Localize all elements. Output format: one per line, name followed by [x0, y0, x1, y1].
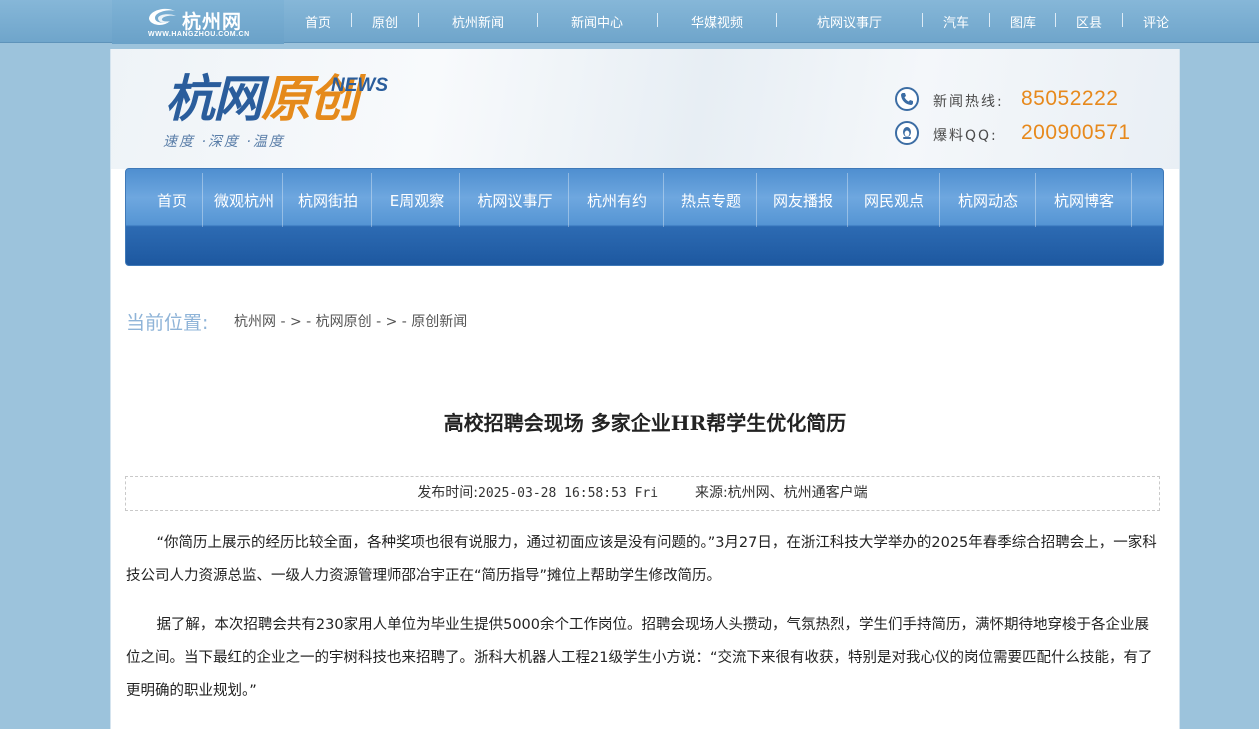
publish-time-label: 发布时间: — [417, 485, 479, 501]
brand-news-tag: NEWS — [331, 75, 388, 96]
main-nav-meetup[interactable]: 杭州有约 — [570, 169, 664, 227]
nav-divider — [537, 13, 538, 27]
nav-divider — [756, 173, 757, 227]
nav-divider — [989, 13, 990, 27]
global-nav-original[interactable]: 原创 — [372, 12, 398, 31]
main-nav-hot-topics[interactable]: 热点专题 — [665, 169, 757, 227]
main-nav-blog[interactable]: 杭网博客 — [1037, 169, 1131, 227]
nav-divider — [1122, 13, 1123, 27]
main-nav-netizen-views[interactable]: 网民观点 — [849, 169, 939, 227]
article-meta: 发布时间:2025-03-28 16:58:53 Fri 来源:杭州网、杭州通客… — [125, 476, 1160, 511]
nav-divider — [657, 13, 658, 27]
breadcrumb: 当前位置: 杭州网 - > - 杭网原创 - > - 原创新闻 — [126, 308, 467, 335]
main-nav-street-shots[interactable]: 杭网街拍 — [284, 169, 372, 227]
nav-divider — [776, 13, 777, 27]
global-nav-comment[interactable]: 评论 — [1143, 12, 1169, 31]
global-nav-hangzhou-news[interactable]: 杭州新闻 — [452, 12, 504, 31]
qq-label: 爆料QQ: — [933, 128, 998, 144]
nav-divider — [1131, 173, 1132, 227]
main-nav-netizen-reports[interactable]: 网友播报 — [758, 169, 848, 227]
nav-divider — [939, 173, 940, 227]
breadcrumb-separator: - > - — [276, 314, 316, 330]
article-paragraph: 据了解，本次招聘会共有230家用人单位为毕业生提供5000余个工作岗位。招聘会现… — [126, 617, 1153, 699]
nav-divider — [568, 173, 569, 227]
nav-divider — [1055, 13, 1056, 27]
nav-divider — [282, 173, 283, 227]
phone-icon — [895, 87, 919, 111]
nav-divider — [418, 13, 419, 27]
global-nav-districts[interactable]: 区县 — [1076, 12, 1102, 31]
breadcrumb-label: 当前位置: — [126, 312, 209, 334]
article-paragraph: “你简历上展示的经历比较全面，各种奖项也很有说服力，通过初面应该是没有问题的。”… — [126, 535, 1157, 584]
breadcrumb-item-original-news[interactable]: 原创新闻 — [411, 314, 467, 330]
publish-time: 2025-03-28 16:58:53 Fri — [478, 486, 659, 501]
global-top-bar: 杭州网 WWW.HANGZHOU.COM.CN 首页 原创 杭州新闻 新闻中心 … — [0, 0, 1259, 44]
page-container: 杭网原创 NEWS 速度 ·深度 ·温度 新闻热线: 85052222 爆料QQ… — [110, 49, 1180, 729]
main-nav: 首页 微观杭州 杭网街拍 E周观察 杭网议事厅 杭州有约 热点专题 网友播报 网… — [125, 168, 1164, 266]
breadcrumb-item-original[interactable]: 杭网原创 — [316, 314, 372, 330]
main-nav-home[interactable]: 首页 — [140, 169, 204, 227]
nav-divider — [351, 13, 352, 27]
global-nav-forum[interactable]: 杭网议事厅 — [817, 12, 882, 31]
brand-slogan: 速度 ·深度 ·温度 — [163, 134, 285, 150]
brand-title-part1: 杭网 — [165, 70, 263, 128]
nav-divider — [663, 173, 664, 227]
global-nav-auto[interactable]: 汽车 — [943, 12, 969, 31]
header-banner: 杭网原创 NEWS 速度 ·深度 ·温度 新闻热线: 85052222 爆料QQ… — [111, 49, 1179, 169]
source-value: 杭州网、杭州通客户端 — [727, 485, 868, 501]
qq-penguin-icon — [895, 121, 919, 145]
nav-divider — [922, 13, 923, 27]
global-nav-home[interactable]: 首页 — [305, 12, 331, 31]
global-nav-gallery[interactable]: 图库 — [1010, 12, 1036, 31]
main-nav-e-week[interactable]: E周观察 — [373, 169, 461, 227]
qq-number: 200900571 — [1021, 121, 1131, 144]
brand-title: 杭网原创 — [165, 70, 359, 128]
global-nav-news-center[interactable]: 新闻中心 — [571, 12, 623, 31]
breadcrumb-item-hangzhou-net[interactable]: 杭州网 — [234, 314, 276, 330]
main-nav-forum[interactable]: 杭网议事厅 — [461, 169, 569, 227]
breadcrumb-path: 杭州网 - > - 杭网原创 - > - 原创新闻 — [234, 311, 467, 331]
main-nav-updates[interactable]: 杭网动态 — [941, 169, 1035, 227]
contact-info: 新闻热线: 85052222 爆料QQ: 200900571 — [895, 87, 1155, 155]
nav-divider — [847, 173, 848, 227]
global-nav: 首页 原创 杭州新闻 新闻中心 华媒视频 杭网议事厅 汽车 图库 区县 评论 — [0, 0, 1259, 42]
nav-divider — [202, 173, 203, 227]
article-body: “你简历上展示的经历比较全面，各种奖项也很有说服力，通过初面应该是没有问题的。”… — [126, 527, 1160, 724]
source-label: 来源: — [694, 485, 728, 501]
nav-divider — [371, 173, 372, 227]
hotline-label: 新闻热线: — [933, 94, 1004, 110]
main-nav-micro-hangzhou[interactable]: 微观杭州 — [204, 169, 284, 227]
article-title: 高校招聘会现场 多家企业HR帮学生优化简历 — [443, 411, 847, 435]
breadcrumb-separator: - > - — [371, 314, 412, 330]
nav-divider — [1035, 173, 1036, 227]
hotline-number: 85052222 — [1021, 87, 1119, 110]
nav-divider — [459, 173, 460, 227]
global-nav-media-video[interactable]: 华媒视频 — [691, 12, 743, 31]
